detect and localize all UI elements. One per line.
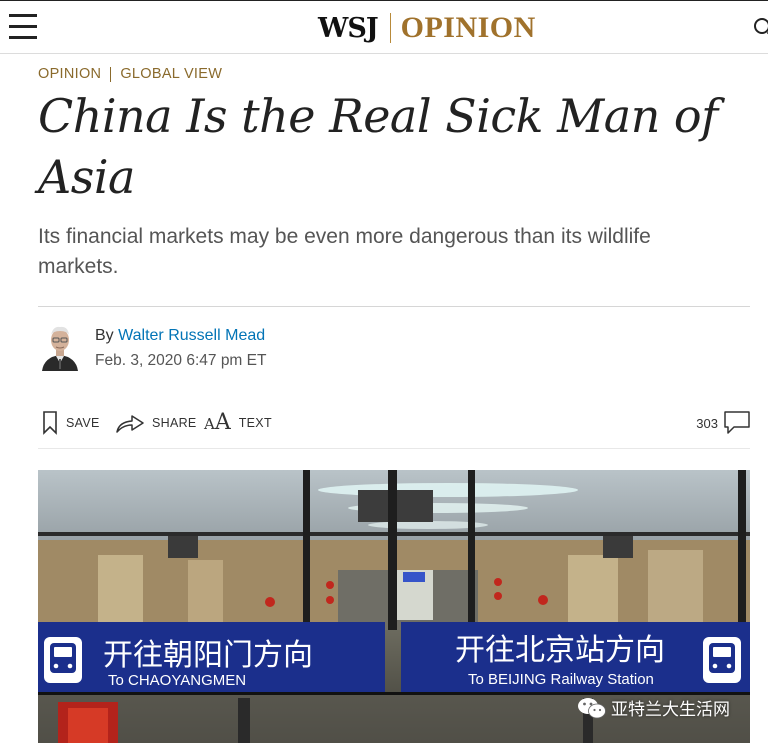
article-dek: Its financial markets may be even more d… [38,225,651,278]
breadcrumb-divider [110,66,112,82]
breadcrumb: OPINION GLOBAL VIEW [38,66,222,82]
author-avatar[interactable] [40,323,80,371]
sign-right-english: To BEIJING Railway Station [468,671,654,688]
toolbar-divider [38,448,750,449]
bookmark-icon [43,411,57,435]
byline-prefix: By [95,327,119,344]
comment-bubble-icon [724,411,750,434]
hamburger-menu-icon[interactable] [9,14,37,40]
opinion-section-title: OPINION [400,11,536,44]
byline: By Walter Russell Mead [95,327,265,345]
breadcrumb-column-link[interactable]: GLOBAL VIEW [120,66,222,82]
wsj-opinion-logo[interactable]: WSJ OPINION [318,11,536,45]
subway-train-icon [703,637,741,683]
save-button[interactable]: SAVE [42,408,100,438]
article-toolbar: SAVE SHARE AA TEXT 303 [38,408,750,438]
share-arrow-icon [116,415,144,433]
article-headline: China Is the Real Sick Man of Asia [38,89,718,204]
publish-date: Feb. 3, 2020 6:47 pm ET [95,352,267,369]
text-size-icon: AA [204,410,231,435]
sign-left-chinese: 开往朝阳门方向 [103,638,313,673]
wechat-icon [578,697,606,718]
watermark-text: 亚特兰大生活网 [611,700,730,719]
divider [38,306,750,307]
share-button[interactable]: SHARE [116,408,197,438]
sign-left-english: To CHAOYANGMEN [108,672,246,689]
logo-divider [389,13,391,43]
author-link[interactable]: Walter Russell Mead [118,327,265,344]
breadcrumb-section-link[interactable]: OPINION [38,66,101,82]
subway-train-icon [44,637,82,683]
text-label: TEXT [238,416,272,430]
comment-count: 303 [696,415,718,431]
watermark: 亚特兰大生活网 [577,695,730,720]
top-bar: WSJ OPINION [0,0,768,54]
share-label: SHARE [152,416,197,430]
text-size-button[interactable]: AA TEXT [204,408,272,438]
search-icon[interactable] [754,18,768,34]
wsj-logo-text: WSJ [318,12,379,44]
sign-right-chinese: 开往北京站方向 [455,633,665,668]
comments-button[interactable]: 303 [696,408,750,438]
save-label: SAVE [66,416,100,430]
